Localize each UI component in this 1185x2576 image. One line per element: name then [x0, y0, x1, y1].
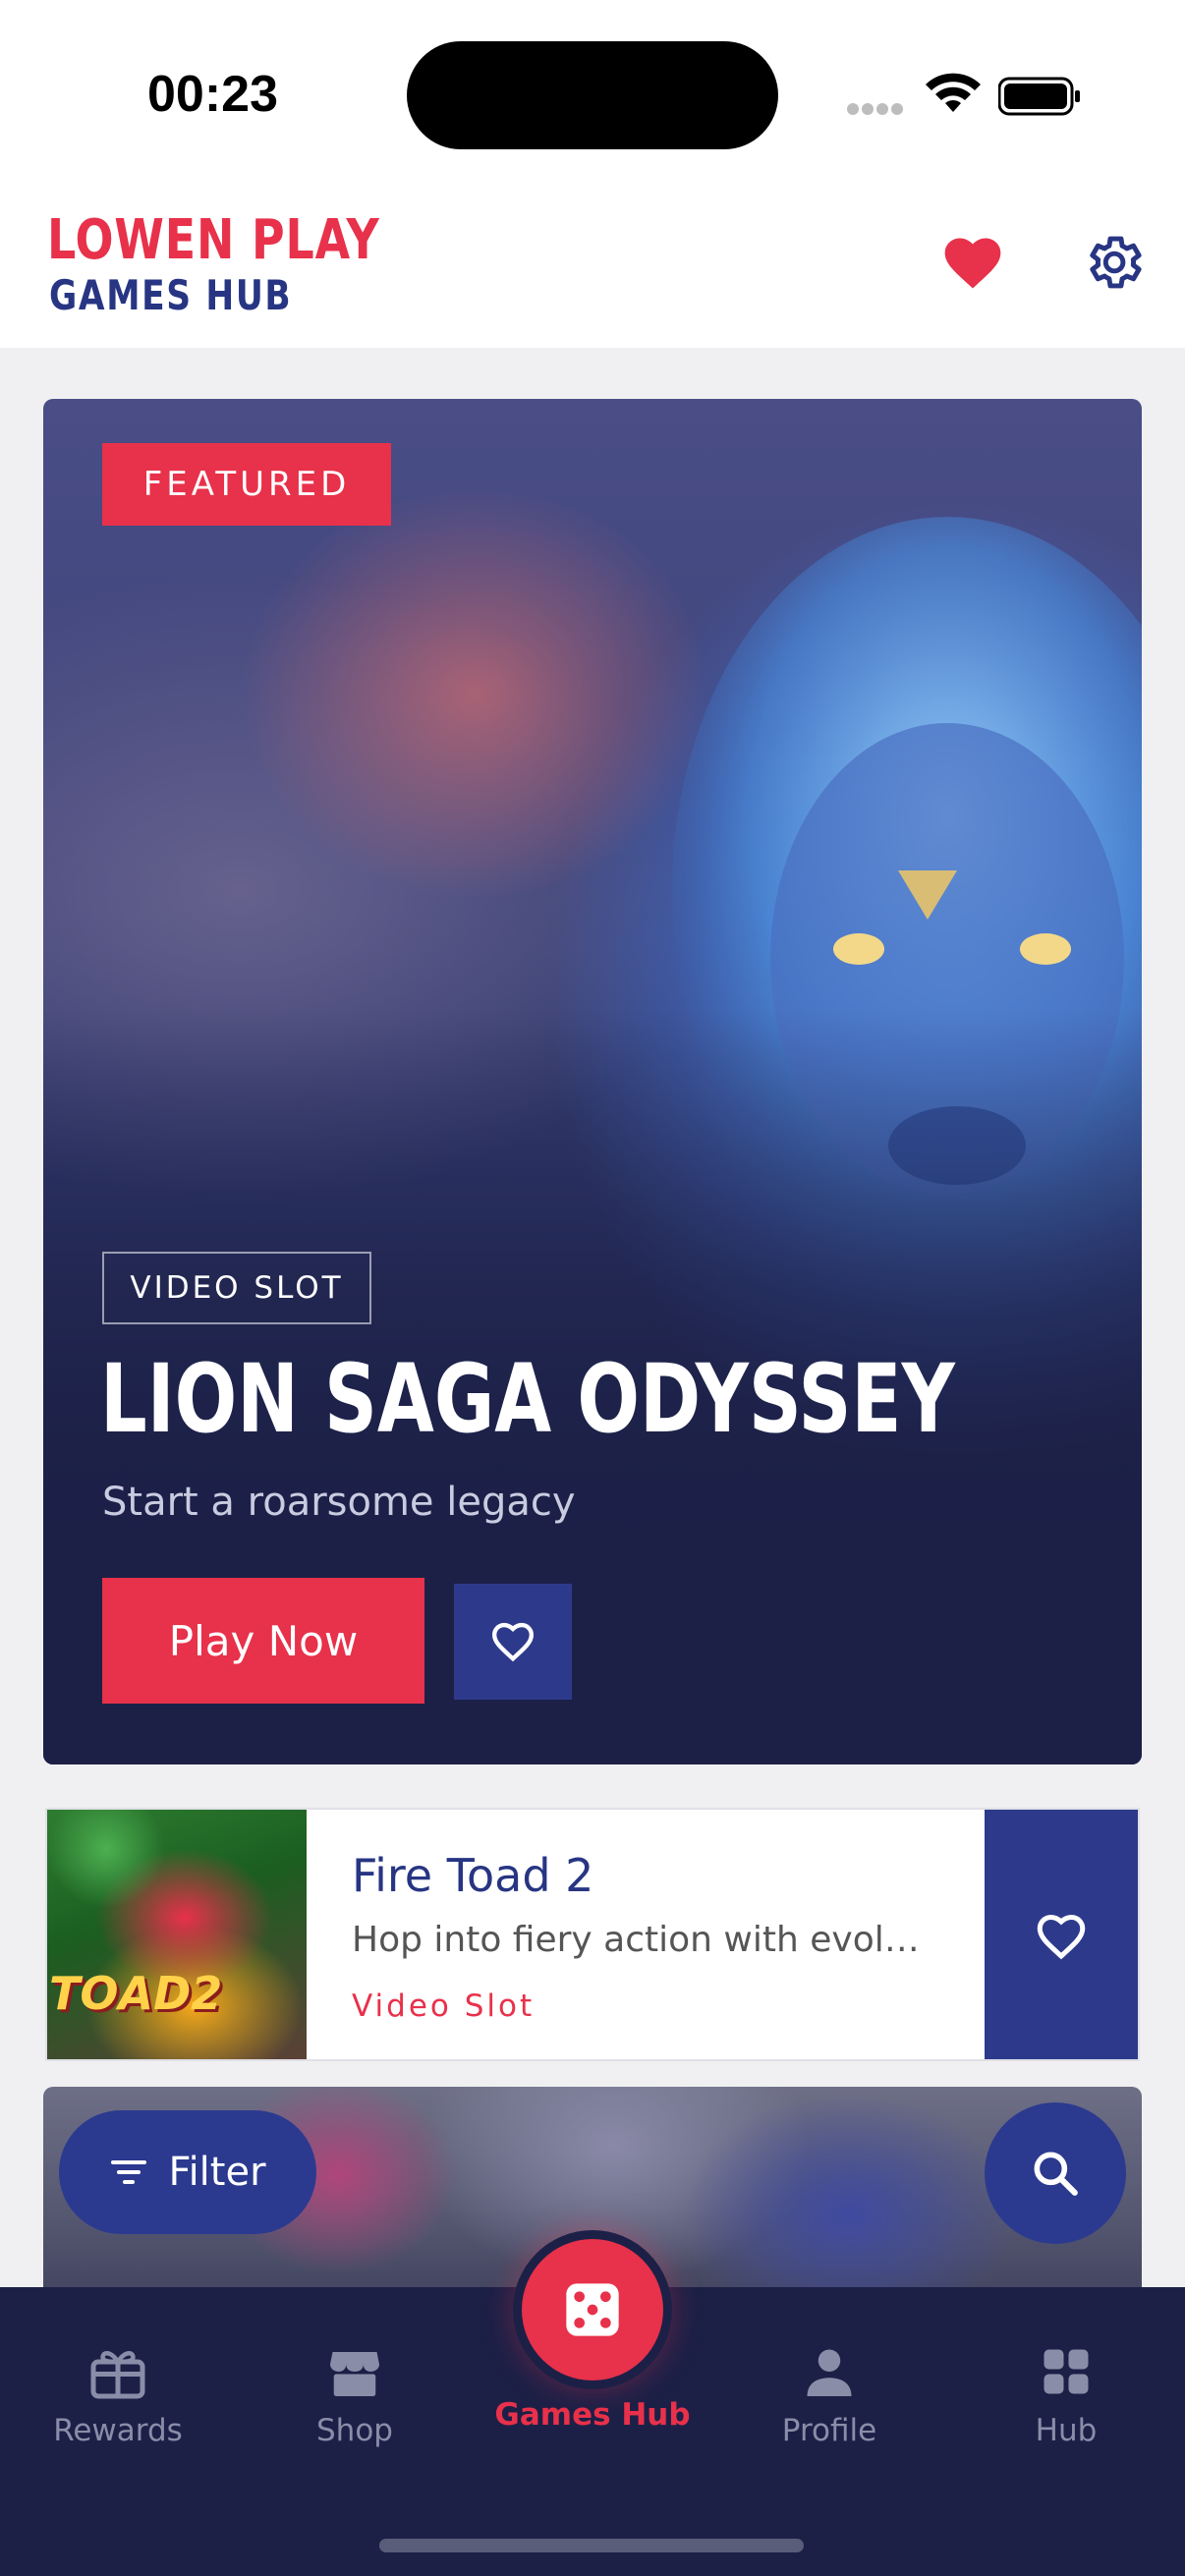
featured-favorite-button[interactable] [454, 1584, 572, 1700]
filter-label: Filter [168, 2150, 266, 2195]
brand-logo-top: LOWEN PLAY [47, 208, 380, 272]
nav-label-rewards: Rewards [53, 2413, 183, 2448]
wifi-icon [926, 73, 981, 112]
heart-outline-icon [491, 1622, 535, 1662]
filter-icon [111, 2160, 147, 2184]
featured-game-title: LION SAGA ODYSSEY [100, 1344, 955, 1454]
shop-icon [330, 2352, 379, 2396]
nav-label-profile: Profile [781, 2413, 877, 2448]
nav-item-games-hub[interactable]: Games Hub [494, 2397, 691, 2433]
game-thumbnail: TOAD2 [47, 1810, 307, 2059]
games-hub-fab-inner [522, 2239, 663, 2380]
nav-label-games-hub: Games Hub [494, 2397, 691, 2433]
settings-gear-icon[interactable] [1081, 230, 1146, 295]
nav-item-rewards[interactable]: Rewards [20, 2344, 216, 2448]
favorites-heart-icon[interactable] [939, 230, 1006, 297]
grid-icon [1044, 2349, 1089, 2394]
dice-icon [566, 2283, 619, 2336]
heart-outline-icon [1037, 1914, 1086, 1960]
search-button[interactable] [985, 2102, 1126, 2244]
thumbnail-logo-text: TOAD2 [49, 1967, 223, 2020]
game-title: Fire Toad 2 [352, 1849, 594, 1902]
game-description: Hop into fiery action with evolving feat… [352, 1920, 922, 1960]
gift-icon [90, 2351, 145, 2399]
featured-badge: FEATURED [102, 443, 391, 526]
status-time: 00:23 [147, 66, 278, 123]
cellular-signal-icon [847, 102, 906, 120]
featured-game-card[interactable]: FEATURED VIDEO SLOT LION SAGA ODYSSEY St… [43, 399, 1142, 1764]
nav-label-shop: Shop [316, 2413, 393, 2448]
nav-item-hub[interactable]: Hub [968, 2344, 1164, 2448]
nav-item-shop[interactable]: Shop [256, 2344, 453, 2448]
play-now-button[interactable]: Play Now [102, 1578, 424, 1704]
game-list-item[interactable]: TOAD2 Fire Toad 2 Hop into fiery action … [45, 1808, 1140, 2061]
game-type-badge: VIDEO SLOT [102, 1252, 371, 1324]
dynamic-island [407, 41, 778, 149]
nav-item-profile[interactable]: Profile [731, 2344, 928, 2448]
battery-icon [998, 77, 1080, 116]
search-icon [1034, 2152, 1078, 2196]
featured-game-subtitle: Start a roarsome legacy [102, 1480, 576, 1525]
games-hub-fab[interactable] [513, 2230, 672, 2389]
nav-label-hub: Hub [1035, 2413, 1098, 2448]
app-header: LOWEN PLAY GAMES HUB [0, 187, 1185, 348]
game-type: Video Slot [352, 1988, 536, 2024]
brand-logo-bottom: GAMES HUB [49, 271, 293, 319]
home-indicator [379, 2539, 804, 2552]
status-bar: 00:23 [0, 0, 1185, 187]
person-icon [807, 2349, 852, 2396]
game-favorite-button[interactable] [985, 1810, 1138, 2059]
filter-button[interactable]: Filter [59, 2110, 316, 2234]
